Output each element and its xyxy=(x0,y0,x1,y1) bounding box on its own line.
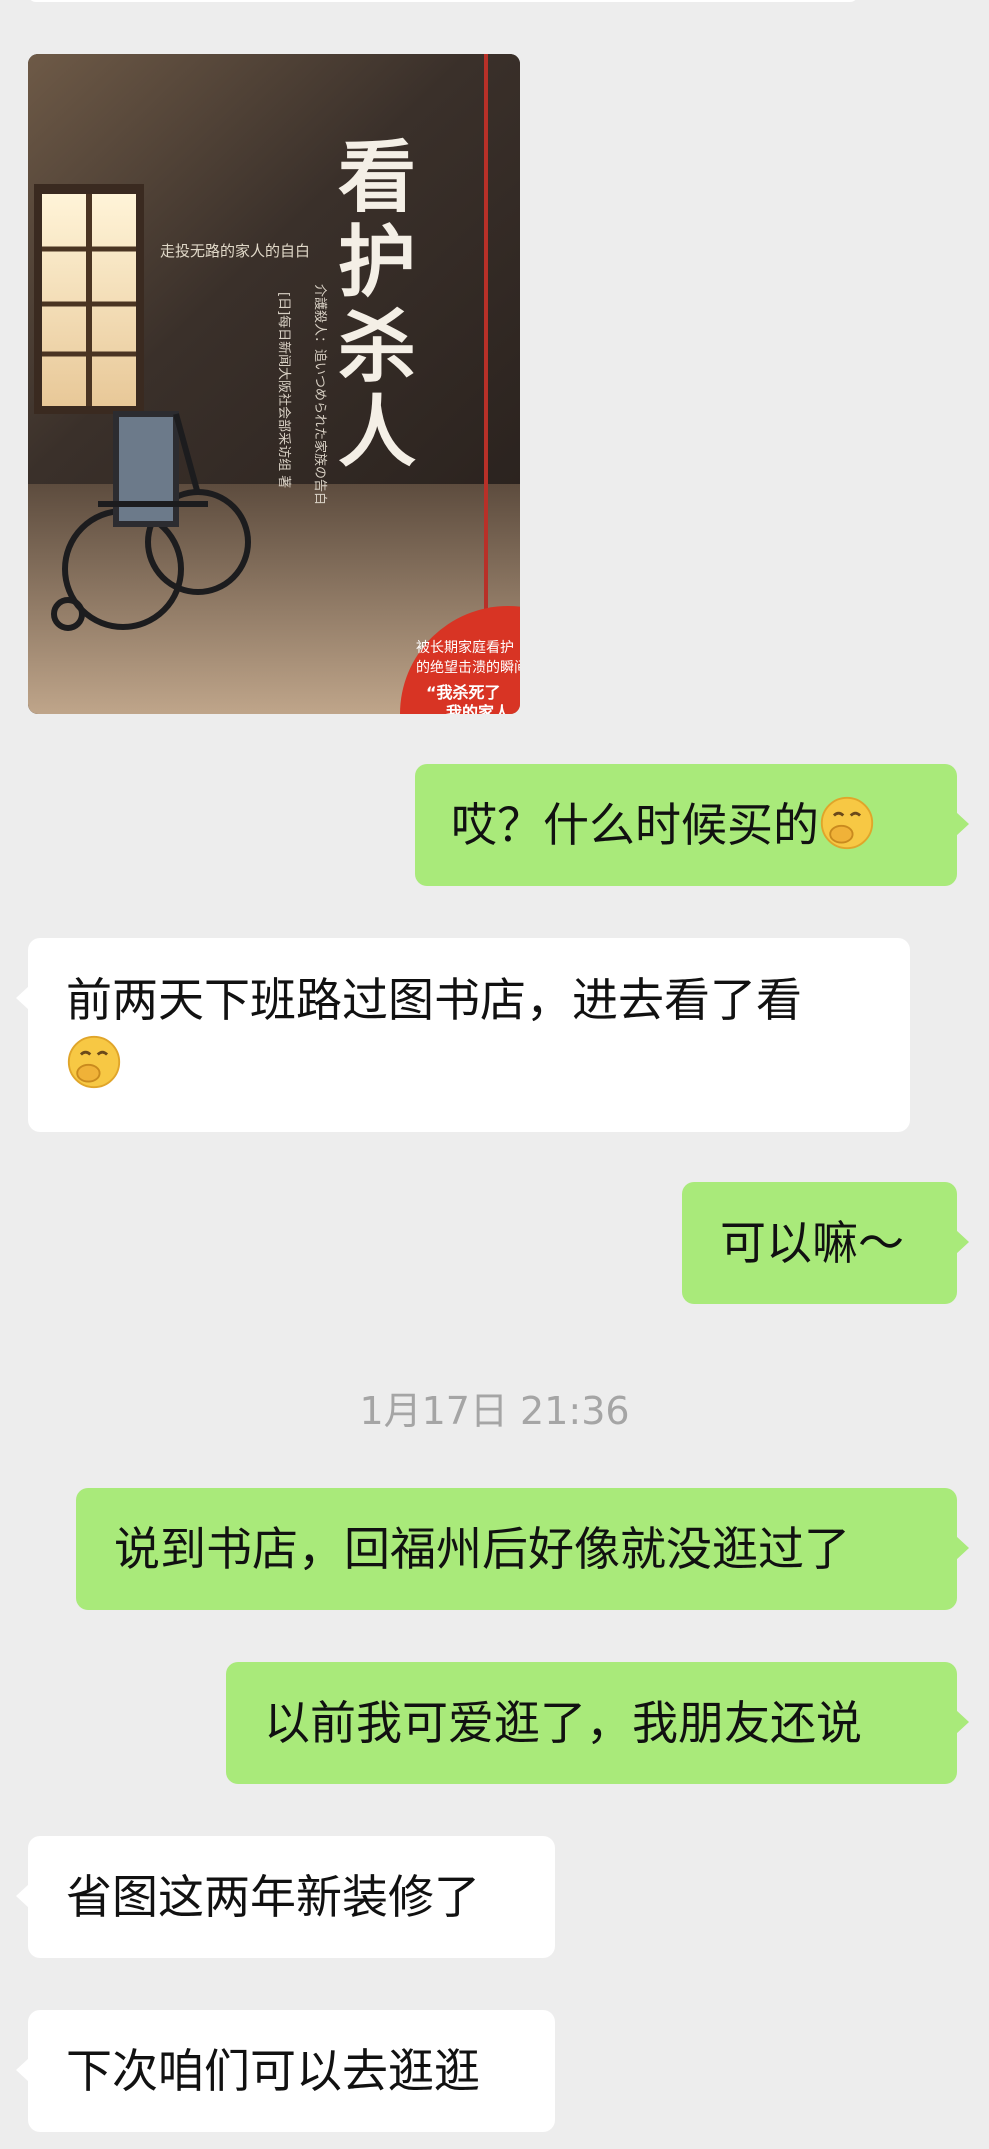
svg-text:看: 看 xyxy=(338,133,416,223)
window-shape xyxy=(34,184,144,414)
message-text: 前两天下班路过图书店，进去看了看 xyxy=(66,968,872,1096)
svg-text:被长期家庭看护: 被长期家庭看护 xyxy=(416,639,514,656)
book-title: 看 护 杀 人 xyxy=(338,133,416,478)
svg-text:护: 护 xyxy=(338,218,416,308)
message-bubble-outgoing[interactable]: 哎？什么时候买的 xyxy=(415,764,969,886)
face-with-hand-over-mouth-icon xyxy=(67,1035,121,1089)
message-text: 哎？什么时候买的 xyxy=(451,793,921,857)
svg-text:的绝望击溃的瞬间: 的绝望击溃的瞬间 xyxy=(416,660,520,676)
bubble-tail xyxy=(956,812,969,836)
book-cover-image: 看 护 杀 人 走投无路的家人的自白 介護殺人：追いつめられた家族の告白 [日]… xyxy=(28,54,520,714)
chat-timestamp: 1月17日 21:36 xyxy=(359,1389,630,1433)
message-bubble-incoming[interactable]: 下次咱们可以去逛逛 xyxy=(16,2010,555,2132)
svg-text:杀: 杀 xyxy=(338,303,416,393)
message-text: 说到书店，回福州后好像就没逛过了 xyxy=(114,1522,850,1576)
bubble-tail xyxy=(956,1536,969,1560)
message-text: 省图这两年新装修了 xyxy=(66,1870,480,1924)
message-bubble-outgoing[interactable]: 以前我可爱逛了，我朋友还说 xyxy=(226,1662,969,1784)
message-bubble-outgoing[interactable]: 可以嘛～ xyxy=(682,1182,969,1304)
message-text: 可以嘛～ xyxy=(720,1216,904,1270)
bubble-tail xyxy=(956,1710,969,1734)
previous-message-bubble[interactable] xyxy=(28,0,858,2)
svg-text:“我杀死了: “我杀死了 xyxy=(426,683,501,702)
book-author: [日]每日新闻大阪社会部采访组 著 xyxy=(276,292,292,488)
face-with-hand-over-mouth-icon xyxy=(820,796,874,850)
message-bubble-incoming[interactable]: 省图这两年新装修了 xyxy=(16,1836,555,1958)
svg-text:我的家人: 我的家人 xyxy=(446,703,511,714)
bubble-tail xyxy=(956,1230,969,1254)
book-subtitle: 走投无路的家人的自白 xyxy=(160,242,310,260)
book-photo-message[interactable]: 看 护 杀 人 走投无路的家人的自白 介護殺人：追いつめられた家族の告白 [日]… xyxy=(28,54,520,714)
message-bubble-incoming[interactable]: 前两天下班路过图书店，进去看了看 xyxy=(16,938,910,1132)
bubble-tail xyxy=(16,2058,29,2082)
svg-text:人: 人 xyxy=(338,388,416,478)
message-bubble-outgoing[interactable]: 说到书店，回福州后好像就没逛过了 xyxy=(76,1488,969,1610)
book-japanese-title: 介護殺人：追いつめられた家族の告白 xyxy=(312,284,328,505)
message-text: 以前我可爱逛了，我朋友还说 xyxy=(264,1696,862,1750)
bubble-tail xyxy=(16,1884,29,1908)
bubble-tail xyxy=(16,986,29,1010)
message-text: 下次咱们可以去逛逛 xyxy=(66,2044,480,2098)
chat-screen: 看 护 杀 人 走投无路的家人的自白 介護殺人：追いつめられた家族の告白 [日]… xyxy=(0,0,989,2149)
